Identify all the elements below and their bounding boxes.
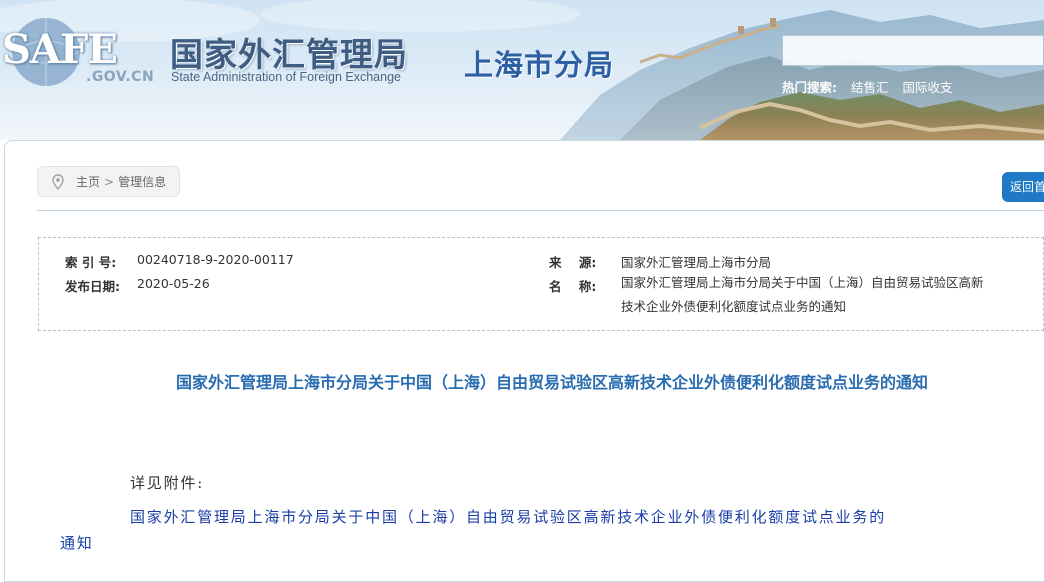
- index-number-label: 索 引 号:: [65, 255, 117, 270]
- document-name-value: 国家外汇管理局上海市分局关于中国（上海）自由贸易试验区高新技术企业外债便利化额度…: [621, 275, 984, 314]
- source-label: 来 源:: [549, 255, 597, 270]
- hot-search-link-guojishouzhi[interactable]: 国际收支: [902, 80, 952, 95]
- breadcrumb: 主页 > 管理信息: [37, 166, 180, 197]
- attachment-link[interactable]: 国家外汇管理局上海市分局关于中国（上海）自由贸易试验区高新技术企业外债便利化额度…: [130, 502, 1040, 532]
- search-input[interactable]: [782, 35, 1044, 66]
- hot-search-bar: 热门搜索: 结售汇 国际收支: [782, 77, 963, 96]
- publish-date-value: 2020-05-26: [137, 276, 210, 291]
- index-number-value: 00240718-9-2020-00117: [137, 252, 294, 267]
- attachment-link-continued[interactable]: 通知: [60, 532, 94, 553]
- site-header: SAFE .GOV.CN 国家外汇管理局 State Administratio…: [0, 0, 1044, 140]
- source-value: 国家外汇管理局上海市分局: [621, 255, 772, 270]
- breadcrumb-current[interactable]: 管理信息: [118, 173, 166, 190]
- breadcrumb-home-link[interactable]: 主页: [76, 173, 100, 190]
- document-name-label: 名 称:: [549, 279, 597, 294]
- article-title: 国家外汇管理局上海市分局关于中国（上海）自由贸易试验区高新技术企业外债便利化额度…: [175, 373, 928, 392]
- hot-search-link-jieshouhui[interactable]: 结售汇: [851, 80, 889, 95]
- logo-domain: .GOV.CN: [86, 69, 155, 85]
- hot-search-label: 热门搜索:: [782, 80, 837, 95]
- breadcrumb-divider: [37, 210, 1044, 211]
- location-pin-icon: [52, 173, 64, 190]
- document-metadata-box: 索 引 号: 00240718-9-2020-00117 发布日期: 2020-…: [38, 237, 1044, 331]
- branch-name: 上海市分局: [464, 48, 615, 82]
- safe-logo-text: SAFE: [2, 26, 118, 73]
- org-name-cn: 国家外汇管理局: [170, 35, 408, 74]
- publish-date-label: 发布日期:: [65, 279, 120, 294]
- org-name-en: State Administration of Foreign Exchange: [171, 70, 401, 84]
- back-to-home-button[interactable]: 返回首页: [1002, 172, 1044, 202]
- see-attachment-text: 详见附件:: [130, 474, 205, 492]
- breadcrumb-separator: >: [104, 174, 115, 189]
